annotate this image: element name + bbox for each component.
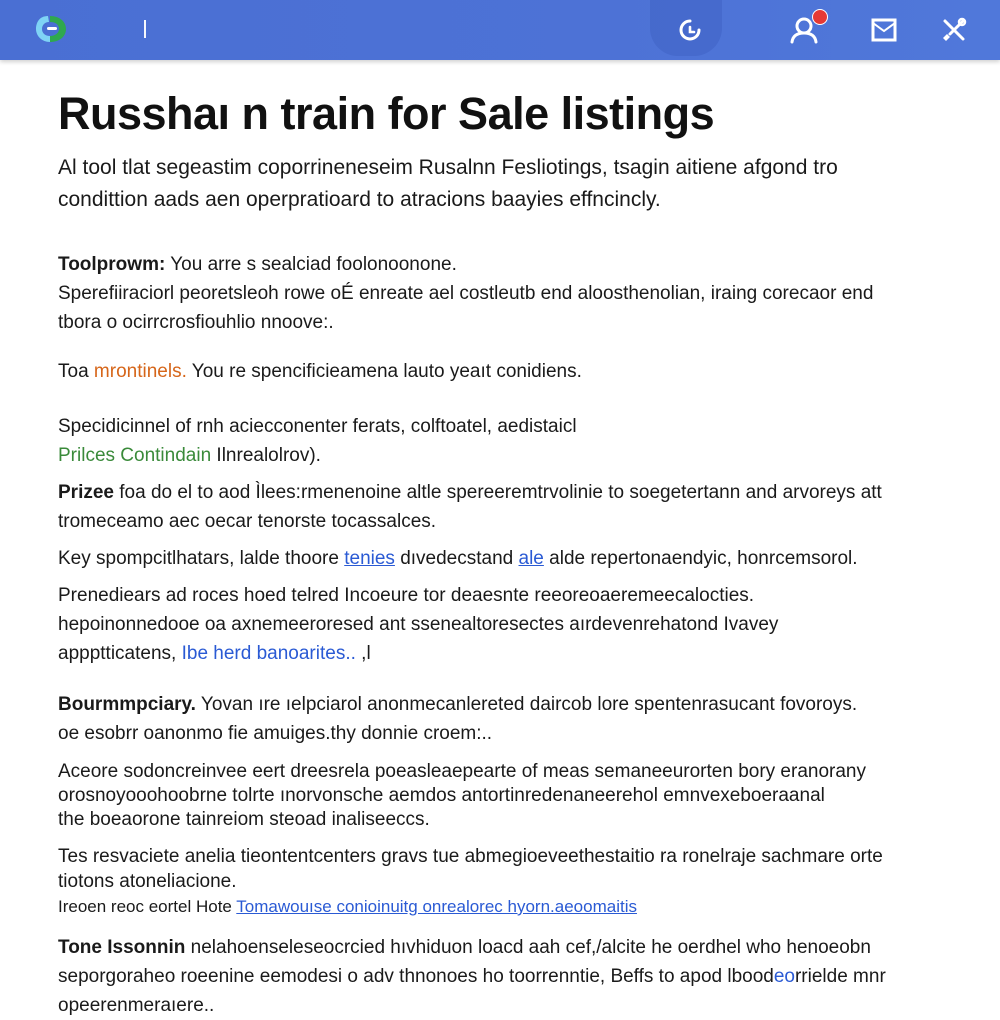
prize-text: foa do el to aod Ìlees:rmenenoine altle … (113, 482, 882, 503)
accessory-line: orosnoyooohoobrne tolrte ınorvonsche aem… (58, 785, 825, 806)
accessory-line: Aceore sodoncreinvee eert dreesrela poea… (58, 761, 866, 782)
key-spec-text: alde repertonaendyic, honrcemsorol. (543, 548, 858, 569)
tone-reasoning-line: opeerenmeraıere.. (58, 995, 215, 1016)
tool-prompt-line: tbora o ocirrcrosfiouhlio nnoove:. (58, 312, 334, 333)
summary-label: Bourmmpciary. (58, 694, 196, 715)
summary-line: oe esobrr oanonmo fie amuiges.thy donnie… (58, 723, 493, 744)
subtitle-line: condittion aads aen operpratioard to atr… (58, 188, 661, 211)
tool-prompt-block: Toolprowm: You arre s sealciad foolonoon… (58, 250, 938, 337)
subtitle-line: Al tool tlat segeastim coporrineneseim R… (58, 156, 838, 179)
tone-reasoning-label: Tone Issonnin (58, 937, 186, 958)
tone-text: Toa (58, 361, 94, 382)
search-icon[interactable] (670, 10, 710, 50)
specification-block: Specidicinnel of rnh aciecconenter ferat… (58, 412, 938, 470)
tone-reasoning-block: Tone Issonnin nelahoenseleseocrcied hıvh… (58, 933, 938, 1020)
test-link[interactable]: Tomawouıse conioinuitg onrealorec hyorn.… (236, 897, 637, 916)
preferences-line: Prenediears ad roces hoed telred Incoeur… (58, 585, 755, 606)
key-spec-link[interactable]: tenies (344, 548, 395, 569)
key-spec-link[interactable]: ale (519, 548, 544, 569)
prize-line: tromeceamo aec oecar tenorste tocassalce… (58, 511, 437, 532)
preferences-block: Prenediears ad roces hoed telred Incoeur… (58, 581, 938, 668)
preferences-line: hepoinonnedooe oa axnemeeroresed ant sse… (58, 614, 779, 635)
tone-highlight: mrontinels. (93, 361, 187, 382)
prices-condition-highlight: Prilces Contindain (58, 445, 212, 466)
preferences-text: appptticatens, (58, 643, 182, 664)
tone-reasoning-text: rrielde mnr (794, 966, 886, 987)
accessory-line: the boeaorone tainreiom steoad inaliseec… (58, 809, 430, 830)
test-line: tiotons atoneliacione. (58, 871, 237, 892)
tone-reasoning-text: seporgoraheo roeenine eemodesi o adv thn… (58, 966, 774, 987)
top-app-bar (0, 0, 1000, 60)
app-logo-icon[interactable] (34, 14, 70, 44)
tool-prompt-label: Toolprowm: (58, 254, 166, 275)
specification-line: Specidicinnel of rnh aciecconenter ferat… (58, 416, 577, 437)
preferences-highlight: Ibe herd banoarites.. (181, 643, 356, 664)
tone-reasoning-highlight: eo (773, 966, 795, 987)
accessory-block: Aceore sodoncreinvee eert dreesrela poea… (58, 760, 938, 832)
topbar-divider (144, 20, 146, 38)
tone-block: Toa mrontinels. You re spencificieamena … (58, 357, 938, 386)
tone-reasoning-text: nelahoenseleseocrcied hıvhiduon loacd aa… (185, 937, 871, 958)
specification-text: Ilnrealolrov). (211, 445, 321, 466)
page-title: Russhaı n train for Sale listings (58, 88, 715, 139)
key-spec-text: Key spompcitlhatars, lalde thoore (58, 548, 345, 569)
tools-icon[interactable] (934, 10, 974, 50)
test-line: Tes resvaciete anelia tieontentcenters g… (58, 846, 883, 867)
bookmark-icon[interactable] (864, 10, 904, 50)
prize-block: Prizee foa do el to aod Ìlees:rmenenoine… (58, 478, 938, 536)
key-spec-block: Key spompcitlhatars, lalde thoore tenies… (58, 544, 938, 573)
tool-prompt-line: Sperefiiraciorl peoretsleoh rowe oÉ enre… (58, 283, 874, 304)
summary-text: Yovan ıre ıelpciarol anonmecanlereted da… (195, 694, 858, 715)
tone-text: You re spencificieamena lauto yeaıt coni… (186, 361, 582, 382)
preferences-text: ,l (355, 643, 371, 664)
test-text: Ireoen reoc eortel Hote (58, 897, 237, 916)
main-content: Russhaı n train for Sale listings Al too… (58, 84, 938, 1020)
prize-label: Prizee (58, 482, 114, 503)
page-subtitle: Al tool tlat segeastim coporrineneseim R… (58, 152, 938, 216)
test-block: Tes resvaciete anelia tieontentcenters g… (58, 844, 938, 919)
key-spec-text: dıvedecstand (394, 548, 519, 569)
tool-prompt-text: You arre s sealciad foolonoonone. (165, 254, 457, 275)
notification-badge (812, 9, 828, 25)
summary-block: Bourmmpciary. Yovan ıre ıelpciarol anonm… (58, 690, 938, 748)
